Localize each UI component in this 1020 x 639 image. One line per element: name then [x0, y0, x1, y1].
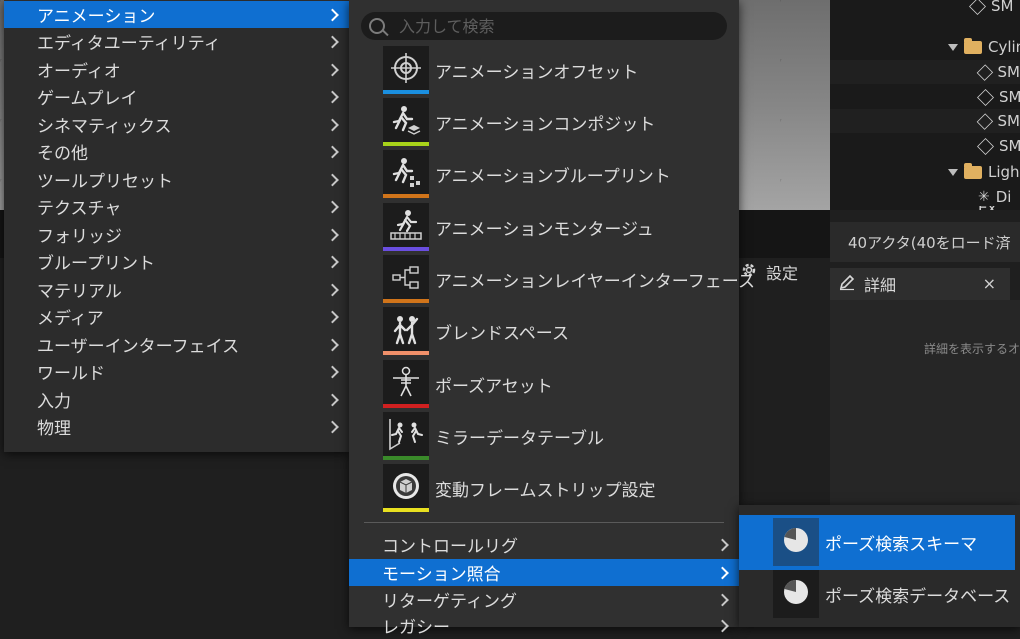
menu-item-input[interactable]: 入力 — [4, 386, 349, 413]
outliner-row[interactable]: SM — [977, 134, 1020, 158]
asset-mirror-data-table[interactable]: ミラーデータテーブル — [383, 412, 733, 460]
menu-item-control-rig[interactable]: コントロールリグ — [349, 531, 739, 558]
settings-label: 設定 — [766, 264, 799, 283]
chevron-right-icon — [326, 118, 339, 131]
animation-submenu: アニメーションオフセット アニメーションコンポジット アニメーションブループリン… — [349, 0, 755, 638]
crosshair-icon — [383, 46, 429, 94]
search-input[interactable] — [397, 14, 721, 38]
folder-icon — [964, 37, 982, 54]
chevron-right-icon — [326, 63, 339, 76]
pencil-icon — [838, 273, 856, 295]
chevron-right-icon — [326, 365, 339, 378]
chevron-right-icon — [326, 393, 339, 406]
chevron-right-icon — [326, 173, 339, 186]
chevron-right-icon — [326, 420, 339, 433]
menu-item-retargeting[interactable]: リターゲティング — [349, 586, 739, 613]
chevron-right-icon — [326, 145, 339, 158]
chevron-right-icon — [326, 228, 339, 241]
asset-pose-search-schema[interactable]: ポーズ検索スキーマ — [773, 518, 1013, 566]
two-figures-icon — [383, 307, 429, 355]
expand-arrow-icon[interactable] — [948, 43, 958, 51]
search-box — [361, 12, 727, 40]
category-menu: アニメーション エディタユーティリティ オーディオ ゲームプレイ シネマティック… — [4, 0, 349, 452]
details-empty-message: 詳細を表示するオ — [924, 342, 1020, 356]
menu-item-legacy[interactable]: レガシー — [349, 612, 739, 639]
menu-item-user-interface[interactable]: ユーザーインターフェイス — [4, 331, 349, 358]
menu-separator — [364, 522, 724, 523]
asset-animation-composite[interactable]: アニメーションコンポジット — [383, 98, 733, 146]
outliner-row[interactable]: SM — [977, 85, 1020, 109]
outliner-row[interactable]: Ex — [978, 206, 996, 210]
tab-details[interactable]: 詳細 × — [830, 268, 1010, 300]
chevron-right-icon — [326, 338, 339, 351]
chevron-right-icon — [326, 310, 339, 323]
chevron-right-icon — [326, 255, 339, 268]
static-mesh-icon — [977, 88, 994, 106]
menu-item-foliage[interactable]: フォリッジ — [4, 221, 349, 248]
chevron-right-icon — [716, 566, 729, 579]
menu-item-textures[interactable]: テクスチャ — [4, 193, 349, 220]
mirror-runners-icon — [383, 412, 429, 460]
light-icon: ✳ — [978, 189, 990, 205]
menu-item-materials[interactable]: マテリアル — [4, 276, 349, 303]
static-mesh-icon — [976, 63, 993, 81]
asset-variable-frame-strip-settings[interactable]: 変動フレームストリップ設定 — [383, 464, 733, 512]
menu-item-world[interactable]: ワールド — [4, 358, 349, 385]
search-icon — [369, 18, 385, 34]
chevron-right-icon — [716, 538, 729, 551]
pie-chart-icon — [773, 570, 819, 618]
asset-animation-montage[interactable]: アニメーションモンタージュ — [383, 203, 733, 251]
outliner-row[interactable]: SM — [830, 60, 1020, 84]
static-mesh-icon — [976, 112, 993, 130]
node-graph-icon — [383, 255, 429, 303]
asset-animation-offset[interactable]: アニメーションオフセット — [383, 46, 733, 94]
menu-item-tool-presets[interactable]: ツールプリセット — [4, 166, 349, 193]
chevron-right-icon — [326, 200, 339, 213]
expand-arrow-icon[interactable] — [948, 168, 958, 176]
cube-circle-icon — [383, 464, 429, 512]
menu-item-editor-utilities[interactable]: エディタユーティリティ — [4, 28, 349, 55]
menu-item-physics[interactable]: 物理 — [4, 413, 349, 440]
details-tab-label: 詳細 — [864, 276, 897, 295]
asset-pose-asset[interactable]: ポーズアセット — [383, 360, 733, 408]
motion-matching-submenu: ポーズ検索スキーマ ポーズ検索データベース — [739, 505, 1020, 627]
pie-chart-icon — [773, 518, 819, 566]
skeleton-icon — [383, 360, 429, 408]
menu-item-cinematics[interactable]: シネマティックス — [4, 111, 349, 138]
actor-count: 40アクタ(40をロード済 — [830, 222, 1020, 262]
asset-animation-blueprint[interactable]: アニメーションブループリント — [383, 150, 733, 198]
chevron-right-icon — [326, 35, 339, 48]
chevron-right-icon — [716, 619, 729, 632]
chevron-right-icon — [716, 593, 729, 606]
asset-animation-layer-interface[interactable]: アニメーションレイヤーインターフェース — [383, 255, 755, 303]
close-icon[interactable]: × — [983, 274, 996, 293]
asset-pose-search-database[interactable]: ポーズ検索データベース — [773, 570, 1013, 618]
menu-item-media[interactable]: メディア — [4, 303, 349, 330]
menu-item-blueprints[interactable]: ブループリント — [4, 248, 349, 275]
outliner-row[interactable]: Cylin — [948, 35, 1020, 59]
outliner-row[interactable]: SM — [830, 109, 1020, 133]
static-mesh-icon — [977, 137, 994, 155]
runner-track-icon — [383, 203, 429, 251]
chevron-right-icon — [326, 283, 339, 296]
outliner-row[interactable]: Ligh — [948, 160, 1020, 184]
menu-item-animation[interactable]: アニメーション — [4, 1, 349, 28]
asset-blend-space[interactable]: ブレンドスペース — [383, 307, 733, 355]
runner-layers-icon — [383, 98, 429, 146]
menu-item-other[interactable]: その他 — [4, 138, 349, 165]
static-mesh-icon — [969, 0, 986, 15]
world-outliner: SM Cylin SM SM SM SM Ligh ✳Di Ex — [830, 0, 1020, 210]
runner-graph-icon — [383, 150, 429, 198]
folder-icon — [964, 162, 982, 179]
outliner-row[interactable]: SM — [969, 0, 1013, 18]
menu-item-audio[interactable]: オーディオ — [4, 56, 349, 83]
chevron-right-icon — [326, 8, 339, 21]
chevron-right-icon — [326, 90, 339, 103]
menu-item-motion-matching[interactable]: モーション照合 — [349, 559, 739, 586]
menu-item-gameplay[interactable]: ゲームプレイ — [4, 83, 349, 110]
